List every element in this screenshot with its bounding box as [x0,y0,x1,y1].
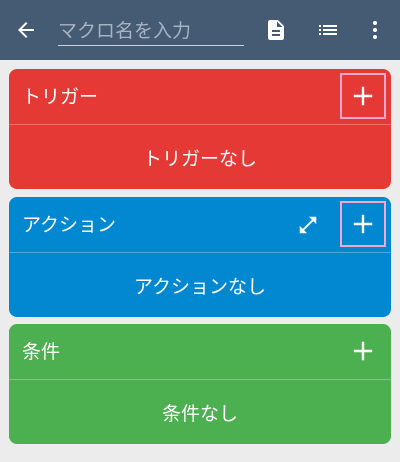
condition-empty-text[interactable]: 条件なし [9,381,391,444]
plus-icon [353,86,373,106]
action-card: アクション アクションなし [9,197,391,317]
condition-card-header: 条件 [9,324,391,380]
add-trigger-button[interactable] [340,73,386,119]
list-button[interactable] [308,0,348,60]
condition-card: 条件 条件なし [9,324,391,444]
app-bar [0,0,400,60]
expand-icon [299,216,317,234]
trigger-title: トリガー [22,86,99,108]
expand-button[interactable] [287,203,329,247]
document-button[interactable] [256,0,296,60]
add-action-button[interactable] [340,201,386,247]
add-condition-button[interactable] [340,328,386,374]
action-card-header: アクション [9,197,391,253]
plus-icon [353,214,373,234]
trigger-card: トリガー トリガーなし [9,69,391,189]
back-button[interactable] [0,0,52,60]
list-icon [319,25,337,35]
trigger-card-header: トリガー [9,69,391,125]
macro-name-input[interactable] [58,14,244,46]
action-title: アクション [22,214,117,236]
document-icon [268,20,284,40]
more-vert-icon [373,21,377,39]
plus-icon [353,341,373,361]
condition-title: 条件 [22,341,61,363]
arrow-left-icon [18,22,34,38]
action-empty-text[interactable]: アクションなし [9,254,391,317]
trigger-empty-text[interactable]: トリガーなし [9,126,391,189]
more-options-button[interactable] [355,0,395,60]
